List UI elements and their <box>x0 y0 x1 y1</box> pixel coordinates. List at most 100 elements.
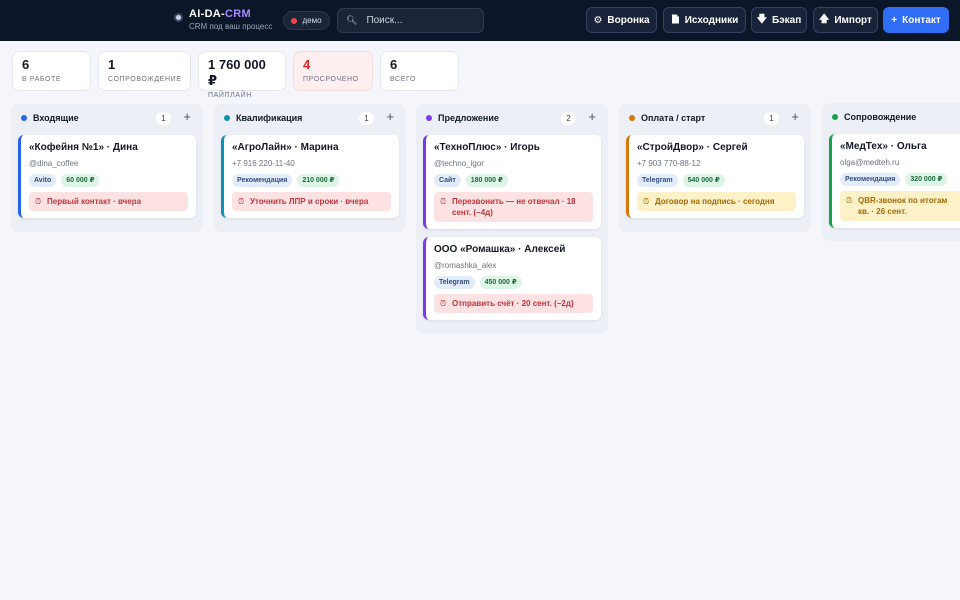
source-tag: Telegram <box>637 174 678 187</box>
amount-tag: 180 000 ₽ <box>465 174 508 187</box>
card-tags: Telegram 540 000 ₽ <box>637 174 796 187</box>
top-bar: AI-DA-CRM CRM под ваш процесс демо 🔍︎ ⚙ … <box>0 0 960 41</box>
deal-card[interactable]: ООО «Ромашка» · Алексей @romashka_alex T… <box>423 237 601 320</box>
alarm-clock-icon: ⏰︎ <box>440 299 447 308</box>
source-tag: Рекомендация <box>840 173 901 186</box>
alarm-clock-icon: ⏰︎ <box>643 197 650 206</box>
column-count-badge: 1 <box>359 112 374 125</box>
card-tags: Рекомендация 320 000 ₽ <box>840 173 960 186</box>
card-contact: olga@medteh.ru <box>840 158 900 167</box>
alarm-clock-icon: ⏰︎ <box>35 197 42 206</box>
card-contact: @romashka_alex <box>434 261 497 270</box>
column-incoming: Входящие 1 + «Кофейня №1» · Дина @dina_c… <box>11 104 203 232</box>
column-header: Сопровождение <box>822 103 960 131</box>
deal-card[interactable]: «АгроЛайн» · Марина +7 916 220-11-40 Рек… <box>221 135 399 218</box>
column-payment-start: Оплата / старт 1 + «СтройДвор» · Сергей … <box>619 104 811 232</box>
plus-icon: + <box>891 14 898 26</box>
add-card-plus-icon[interactable]: + <box>183 110 191 124</box>
card-contact: +7 916 220-11-40 <box>232 159 295 168</box>
add-card-plus-icon[interactable]: + <box>386 110 394 124</box>
search-icon: 🔍︎ <box>346 15 358 25</box>
deal-card[interactable]: «СтройДвор» · Сергей +7 903 770-88-12 Te… <box>626 135 804 218</box>
brand-tagline: CRM под ваш процесс <box>189 22 273 31</box>
search-input[interactable] <box>366 15 477 26</box>
card-tags: Сайт 180 000 ₽ <box>434 174 593 187</box>
stat-total: 6 ВСЕГО <box>380 51 459 91</box>
sources-button-label: Исходники <box>684 14 739 26</box>
backup-button[interactable]: 🡇 Бэкап <box>751 7 807 33</box>
add-card-plus-icon[interactable]: + <box>791 110 799 124</box>
column-header: Входящие 1 + <box>11 104 203 132</box>
stat-overdue: 4 ПРОСРОЧЕНО <box>293 51 373 91</box>
sources-button[interactable]: Исходники <box>663 7 746 33</box>
stat-label: СОПРОВОЖДЕНИЕ <box>108 76 182 83</box>
task-text: Договор на подпись · сегодня <box>655 197 775 206</box>
brand-name-main: AI-DA- <box>189 8 226 20</box>
task-reminder[interactable]: ⏰︎ QBR-звонок по итогам кв. · 26 сент. <box>840 191 960 221</box>
stat-value: 6 <box>390 57 398 72</box>
brand[interactable]: AI-DA-CRM CRM под ваш процесс <box>174 8 272 33</box>
column-support: Сопровождение «МедТех» · Ольга olga@medt… <box>822 103 960 241</box>
column-count-badge: 1 <box>764 112 779 125</box>
source-tag: Telegram <box>434 276 475 289</box>
demo-badge: демо <box>283 11 330 30</box>
add-contact-button-label: Контакт <box>902 14 941 26</box>
column-header: Квалификация 1 + <box>214 104 406 132</box>
task-reminder[interactable]: ⏰︎ Первый контакт · вчера <box>29 192 188 211</box>
amount-tag: 540 000 ₽ <box>682 174 725 187</box>
column-status-dot-icon <box>224 115 230 121</box>
brand-name: AI-DA-CRM <box>189 8 272 21</box>
card-title: «ТехноПлюс» · Игорь <box>434 142 540 153</box>
card-tags: Telegram 450 000 ₽ <box>434 276 593 289</box>
stat-value: 1 <box>108 57 116 72</box>
card-title: «Кофейня №1» · Дина <box>29 142 138 153</box>
task-text: Уточнить ЛПР и сроки · вчера <box>250 197 369 206</box>
import-button[interactable]: 🡅 Импорт <box>813 7 878 33</box>
card-title: ООО «Ромашка» · Алексей <box>434 244 566 255</box>
column-status-dot-icon <box>21 115 27 121</box>
search-box[interactable]: 🔍︎ <box>337 8 484 33</box>
stat-label: ПАЙПЛАЙН <box>208 92 252 99</box>
column-header: Предложение 2 + <box>416 104 608 132</box>
import-button-label: Импорт <box>834 14 872 26</box>
task-reminder[interactable]: ⏰︎ Отправить счёт · 20 сент. (−2д) <box>434 294 593 313</box>
card-contact: +7 903 770-88-12 <box>637 159 701 168</box>
task-text: Перезвонить — не отвечал · 18 сент. (−4д… <box>452 197 576 217</box>
stat-label: ПРОСРОЧЕНО <box>303 76 359 83</box>
deal-card[interactable]: «МедТех» · Ольга olga@medteh.ru Рекоменд… <box>829 134 960 228</box>
document-icon <box>671 14 680 27</box>
amount-tag: 320 000 ₽ <box>905 173 948 186</box>
amount-tag: 450 000 ₽ <box>479 276 522 289</box>
stat-value: 4 <box>303 57 311 72</box>
upload-arrow-icon: 🡅 <box>819 13 830 25</box>
task-reminder[interactable]: ⏰︎ Уточнить ЛПР и сроки · вчера <box>232 192 391 211</box>
stat-in-progress: 6 В РАБОТЕ <box>12 51 91 91</box>
stat-value: 6 <box>22 57 30 72</box>
column-count-badge: 1 <box>156 112 171 125</box>
source-tag: Avito <box>29 174 57 187</box>
stat-pipeline: 1 760 000 ₽ ПАЙПЛАЙН <box>198 51 286 99</box>
column-qualification: Квалификация 1 + «АгроЛайн» · Марина +7 … <box>214 104 406 232</box>
column-title: Предложение <box>438 113 499 123</box>
deal-card[interactable]: «Кофейня №1» · Дина @dina_coffee Avito 6… <box>18 135 196 218</box>
brand-logo-icon <box>174 13 183 22</box>
task-text: Первый контакт · вчера <box>47 197 142 206</box>
task-reminder[interactable]: ⏰︎ Договор на подпись · сегодня <box>637 192 796 211</box>
alarm-clock-icon: ⏰︎ <box>846 196 853 205</box>
add-contact-button[interactable]: + Контакт <box>883 7 949 33</box>
stat-support: 1 СОПРОВОЖДЕНИЕ <box>98 51 191 91</box>
column-title: Сопровождение <box>844 112 917 122</box>
card-tags: Рекомендация 210 000 ₽ <box>232 174 391 187</box>
card-contact: @dina_coffee <box>29 159 79 168</box>
column-proposal: Предложение 2 + «ТехноПлюс» · Игорь @tec… <box>416 104 608 334</box>
column-status-dot-icon <box>629 115 635 121</box>
demo-label: демо <box>302 16 322 25</box>
card-title: «СтройДвор» · Сергей <box>637 142 748 153</box>
amount-tag: 60 000 ₽ <box>61 174 100 187</box>
deal-card[interactable]: «ТехноПлюс» · Игорь @techno_igor Сайт 18… <box>423 135 601 229</box>
funnel-button[interactable]: ⚙ Воронка <box>586 7 657 33</box>
record-dot-icon <box>291 17 298 24</box>
task-reminder[interactable]: ⏰︎ Перезвонить — не отвечал · 18 сент. (… <box>434 192 593 222</box>
add-card-plus-icon[interactable]: + <box>588 110 596 124</box>
column-status-dot-icon <box>426 115 432 121</box>
